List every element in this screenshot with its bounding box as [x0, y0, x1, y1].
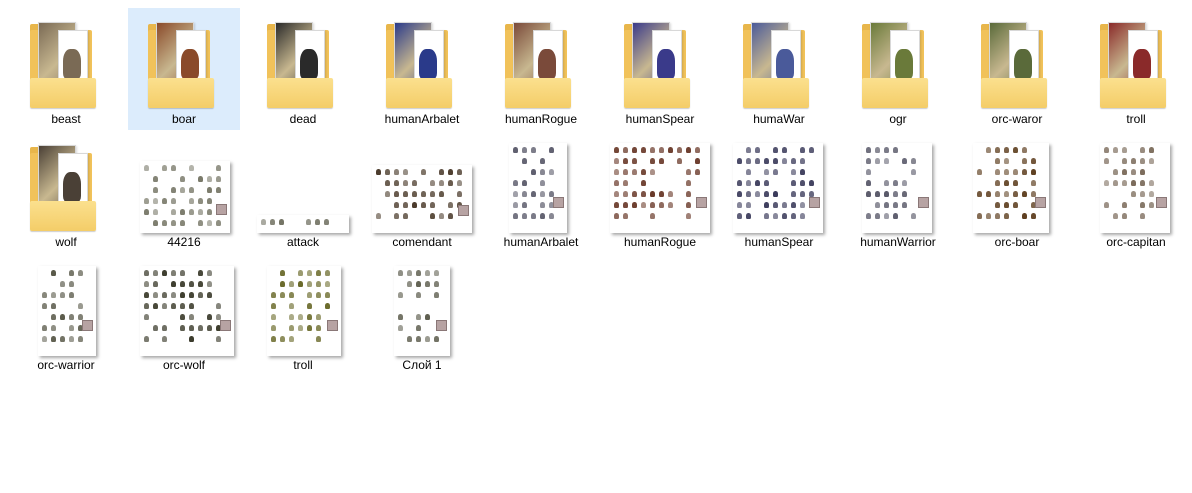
sprite-sheet-thumbnail — [372, 165, 472, 233]
folder-item[interactable]: boar — [128, 8, 240, 130]
file-name-label: beast — [51, 112, 81, 126]
sprite-sheet-thumbnail — [394, 266, 450, 356]
file-name-label: humanArbalet — [503, 235, 579, 249]
folder-icon — [862, 20, 934, 110]
folder-item[interactable]: humaWar — [723, 8, 835, 130]
sprite-sheet-thumbnail — [38, 266, 96, 356]
file-name-label: humanRogue — [504, 112, 578, 126]
image-file-item[interactable]: attack — [247, 131, 359, 253]
folder-item[interactable]: dead — [247, 8, 359, 130]
sprite-sheet-thumbnail — [973, 143, 1049, 233]
folder-item[interactable]: orc-waror — [961, 8, 1073, 130]
file-name-label: 44216 — [167, 235, 201, 249]
sprite-sheet-thumbnail — [862, 143, 932, 233]
sprite-sheet-thumbnail — [257, 215, 349, 233]
image-file-item[interactable]: orc-wolf — [128, 254, 240, 376]
folder-icon — [30, 20, 102, 110]
file-name-label: humanSpear — [744, 235, 814, 249]
folder-icon — [981, 20, 1053, 110]
file-name-label: humanSpear — [625, 112, 695, 126]
image-file-item[interactable]: humanRogue — [604, 131, 716, 253]
file-name-label: humanArbalet — [384, 112, 460, 126]
file-name-label: orc-boar — [994, 235, 1040, 249]
file-name-label: ogr — [889, 112, 907, 126]
folder-icon — [505, 20, 577, 110]
folder-icon — [267, 20, 339, 110]
folder-icon — [624, 20, 696, 110]
folder-item[interactable]: wolf — [10, 131, 122, 253]
image-file-item[interactable]: orc-boar — [961, 131, 1073, 253]
file-name-label: orc-waror — [991, 112, 1043, 126]
file-name-label: humanRogue — [623, 235, 697, 249]
file-name-label: humaWar — [753, 112, 805, 126]
file-name-label: orc-warrior — [37, 358, 95, 372]
file-name-label: humanWarrior — [860, 235, 936, 249]
folder-icon — [386, 20, 458, 110]
image-file-item[interactable]: comendant — [366, 131, 478, 253]
sprite-sheet-thumbnail — [610, 143, 710, 233]
folder-item[interactable]: humanSpear — [604, 8, 716, 130]
file-grid: beast boar dead humanArbalet humanRogue human… — [0, 0, 1192, 493]
file-name-label: dead — [289, 112, 317, 126]
file-name-label: attack — [286, 235, 319, 249]
file-name-label: troll — [293, 358, 313, 372]
image-file-item[interactable]: 44216 — [128, 131, 240, 253]
image-file-item[interactable]: Слой 1 — [366, 254, 478, 376]
sprite-sheet-thumbnail — [733, 143, 823, 233]
image-file-item[interactable]: humanSpear — [723, 131, 835, 253]
sprite-sheet-thumbnail — [509, 143, 567, 233]
file-name-label: wolf — [55, 235, 77, 249]
sprite-sheet-thumbnail — [140, 161, 230, 233]
folder-icon — [1100, 20, 1172, 110]
folder-icon — [148, 20, 220, 110]
image-file-item[interactable]: orc-capitan — [1080, 131, 1192, 253]
file-name-label: orc-wolf — [162, 358, 205, 372]
file-name-label: comendant — [392, 235, 452, 249]
image-file-item[interactable]: humanArbalet — [485, 131, 597, 253]
folder-item[interactable]: humanArbalet — [366, 8, 478, 130]
image-file-item[interactable]: troll — [247, 254, 359, 376]
file-name-label: boar — [171, 112, 197, 126]
sprite-sheet-thumbnail — [267, 266, 341, 356]
folder-item[interactable]: troll — [1080, 8, 1192, 130]
folder-icon — [30, 143, 102, 233]
folder-item[interactable]: humanRogue — [485, 8, 597, 130]
file-name-label: Слой 1 — [402, 358, 442, 372]
image-file-item[interactable]: humanWarrior — [842, 131, 954, 253]
image-file-item[interactable]: orc-warrior — [10, 254, 122, 376]
sprite-sheet-thumbnail — [1100, 143, 1170, 233]
sprite-sheet-thumbnail — [140, 266, 234, 356]
folder-item[interactable]: beast — [10, 8, 122, 130]
folder-icon — [743, 20, 815, 110]
file-name-label: orc-capitan — [1106, 235, 1166, 249]
folder-item[interactable]: ogr — [842, 8, 954, 130]
file-name-label: troll — [1126, 112, 1146, 126]
